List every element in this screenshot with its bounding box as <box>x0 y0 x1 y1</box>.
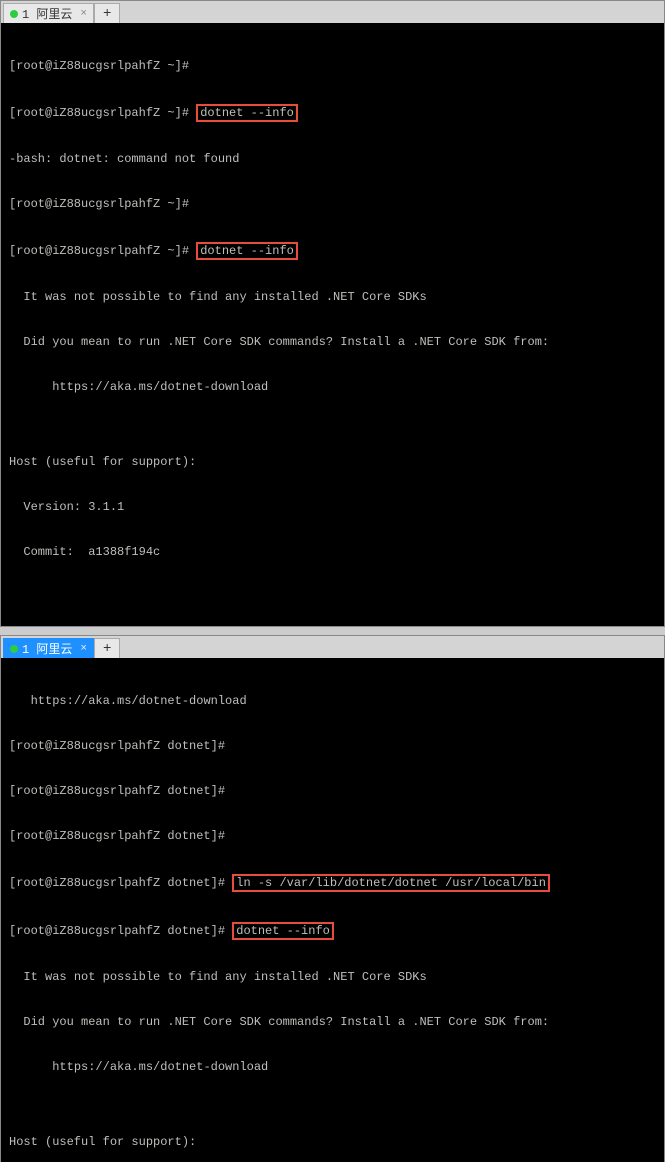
terminal-line: Did you mean to run .NET Core SDK comman… <box>9 335 656 350</box>
terminal-line: Commit: a1388f194c <box>9 545 656 560</box>
terminal-line: Host (useful for support): <box>9 455 656 470</box>
terminal-line: https://aka.ms/dotnet-download <box>9 380 656 395</box>
plus-icon: + <box>103 641 111 657</box>
highlighted-command: ln -s /var/lib/dotnet/dotnet /usr/local/… <box>232 874 550 892</box>
prompt: [root@iZ88ucgsrlpahfZ dotnet]# <box>9 924 232 938</box>
add-tab-button[interactable]: + <box>94 638 120 658</box>
terminal-line: [root@iZ88ucgsrlpahfZ dotnet]# dotnet --… <box>9 922 656 940</box>
tabbar-1: 1 阿里云 × + <box>1 1 664 23</box>
terminal-output-2[interactable]: https://aka.ms/dotnet-download [root@iZ8… <box>1 658 664 1162</box>
terminal-line: [root@iZ88ucgsrlpahfZ dotnet]# <box>9 739 656 754</box>
terminal-line: It was not possible to find any installe… <box>9 290 656 305</box>
terminal-line: It was not possible to find any installe… <box>9 970 656 985</box>
terminal-line: https://aka.ms/dotnet-download <box>9 694 656 709</box>
terminal-line: [root@iZ88ucgsrlpahfZ ~]# <box>9 59 656 74</box>
terminal-window-2: 1 阿里云 × + https://aka.ms/dotnet-download… <box>0 635 665 1162</box>
prompt: [root@iZ88ucgsrlpahfZ ~]# <box>9 106 196 120</box>
highlighted-command: dotnet --info <box>232 922 334 940</box>
tab-1[interactable]: 1 阿里云 × <box>3 3 94 23</box>
terminal-line: Version: 3.1.1 <box>9 500 656 515</box>
terminal-line: -bash: dotnet: command not found <box>9 152 656 167</box>
terminal-line: [root@iZ88ucgsrlpahfZ ~]# dotnet --info <box>9 242 656 260</box>
terminal-line: Host (useful for support): <box>9 1135 656 1150</box>
terminal-line: [root@iZ88ucgsrlpahfZ ~]# <box>9 197 656 212</box>
tab-label: 1 阿里云 <box>22 640 72 657</box>
tab-label: 1 阿里云 <box>22 5 72 22</box>
highlighted-command: dotnet --info <box>196 242 298 260</box>
terminal-line: [root@iZ88ucgsrlpahfZ ~]# dotnet --info <box>9 104 656 122</box>
tab-2[interactable]: 1 阿里云 × <box>3 638 94 658</box>
terminal-window-1: 1 阿里云 × + [root@iZ88ucgsrlpahfZ ~]# [roo… <box>0 0 665 627</box>
close-icon[interactable]: × <box>80 643 87 655</box>
prompt: [root@iZ88ucgsrlpahfZ ~]# <box>9 244 196 258</box>
plus-icon: + <box>103 6 111 22</box>
prompt: [root@iZ88ucgsrlpahfZ dotnet]# <box>9 876 232 890</box>
terminal-line: Did you mean to run .NET Core SDK comman… <box>9 1015 656 1030</box>
status-dot-icon <box>10 645 18 653</box>
status-dot-icon <box>10 10 18 18</box>
terminal-line: https://aka.ms/dotnet-download <box>9 1060 656 1075</box>
terminal-line: [root@iZ88ucgsrlpahfZ dotnet]# ln -s /va… <box>9 874 656 892</box>
tabbar-2: 1 阿里云 × + <box>1 636 664 658</box>
close-icon[interactable]: × <box>80 8 87 20</box>
terminal-line: [root@iZ88ucgsrlpahfZ dotnet]# <box>9 829 656 844</box>
terminal-line: [root@iZ88ucgsrlpahfZ dotnet]# <box>9 784 656 799</box>
highlighted-command: dotnet --info <box>196 104 298 122</box>
terminal-output-1[interactable]: [root@iZ88ucgsrlpahfZ ~]# [root@iZ88ucgs… <box>1 23 664 626</box>
add-tab-button[interactable]: + <box>94 3 120 23</box>
